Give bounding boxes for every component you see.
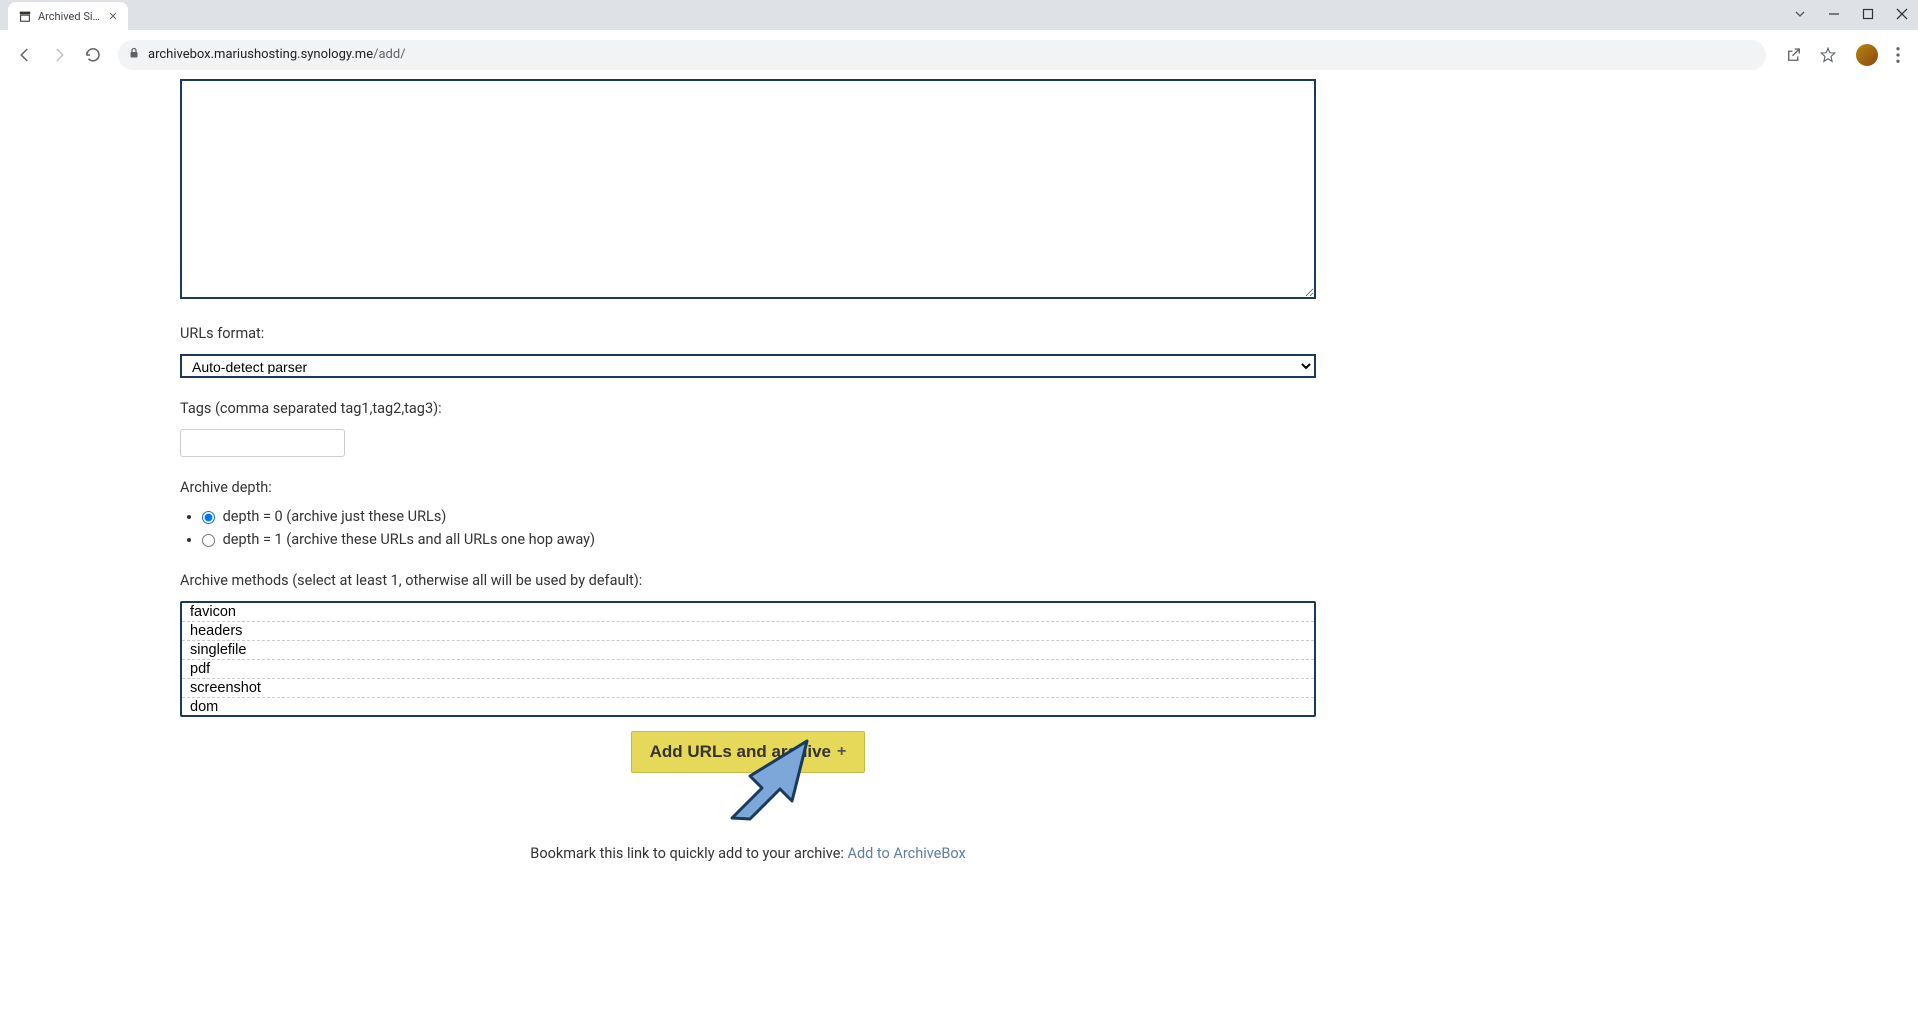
archive-depth-label: Archive depth: (180, 479, 1316, 496)
tags-input[interactable] (180, 429, 345, 457)
methods-select[interactable]: favicon headers singlefile pdf screensho… (180, 601, 1316, 717)
bookmark-link[interactable]: Add to ArchiveBox (848, 845, 966, 862)
browser-tab[interactable]: Archived Sites ✕ (8, 2, 128, 30)
bookmark-text: Bookmark this link to quickly add to you… (530, 845, 847, 862)
url-path: /add/ (373, 47, 405, 62)
page-content: URLs format: Auto-detect parser Tags (co… (0, 79, 1496, 902)
reload-button[interactable] (78, 40, 108, 70)
depth-0-radio[interactable] (202, 511, 215, 524)
page-viewport: URLs format: Auto-detect parser Tags (co… (0, 79, 1918, 1028)
depth-1-label: depth = 1 (archive these URLs and all UR… (223, 531, 595, 548)
method-option[interactable]: singlefile (182, 641, 1314, 660)
method-option[interactable]: headers (182, 622, 1314, 641)
methods-label: Archive methods (select at least 1, othe… (180, 572, 1316, 589)
submit-row: Add URLs and archive + (180, 731, 1316, 773)
right-controls (1782, 43, 1908, 67)
method-option[interactable]: pdf (182, 660, 1314, 679)
archivebox-favicon-icon (18, 9, 32, 23)
depth-1-radio[interactable] (202, 534, 215, 547)
browser-chrome: Archived Sites ✕ (0, 0, 1918, 79)
share-icon[interactable] (1782, 43, 1806, 67)
chevron-down-icon[interactable] (1790, 4, 1810, 24)
tab-title: Archived Sites (38, 10, 100, 23)
url-text: archivebox.mariushosting.synology.me/add… (148, 47, 1756, 62)
lock-icon (128, 47, 140, 63)
plus-icon: + (837, 743, 846, 761)
address-bar[interactable]: archivebox.mariushosting.synology.me/add… (118, 40, 1766, 70)
add-urls-button[interactable]: Add URLs and archive + (631, 731, 866, 773)
tags-label: Tags (comma separated tag1,tag2,tag3): (180, 400, 1316, 417)
method-option[interactable]: favicon (182, 603, 1314, 622)
close-icon[interactable]: ✕ (106, 9, 120, 23)
toolbar: archivebox.mariushosting.synology.me/add… (0, 30, 1918, 79)
urls-format-label: URLs format: (180, 325, 1316, 342)
star-icon[interactable] (1816, 43, 1840, 67)
back-button[interactable] (10, 40, 40, 70)
forward-button[interactable] (44, 40, 74, 70)
list-item: depth = 0 (archive just these URLs) (202, 508, 1316, 525)
window-controls (1790, 4, 1912, 24)
kebab-menu-icon[interactable] (1888, 45, 1908, 65)
maximize-icon[interactable] (1858, 4, 1878, 24)
minimize-icon[interactable] (1824, 4, 1844, 24)
avatar[interactable] (1856, 44, 1878, 66)
urls-textarea[interactable] (180, 79, 1316, 299)
url-host: archivebox.mariushosting.synology.me (148, 47, 373, 62)
window-close-icon[interactable] (1892, 4, 1912, 24)
bookmark-row: Bookmark this link to quickly add to you… (180, 845, 1316, 862)
depth-radio-list: depth = 0 (archive just these URLs) dept… (180, 508, 1316, 548)
list-item: depth = 1 (archive these URLs and all UR… (202, 531, 1316, 548)
method-option[interactable]: screenshot (182, 679, 1314, 698)
urls-format-select[interactable]: Auto-detect parser (180, 354, 1316, 378)
submit-label: Add URLs and archive (650, 742, 831, 762)
tab-bar: Archived Sites ✕ (0, 0, 1918, 30)
depth-0-label: depth = 0 (archive just these URLs) (223, 508, 447, 525)
method-option[interactable]: dom (182, 698, 1314, 717)
